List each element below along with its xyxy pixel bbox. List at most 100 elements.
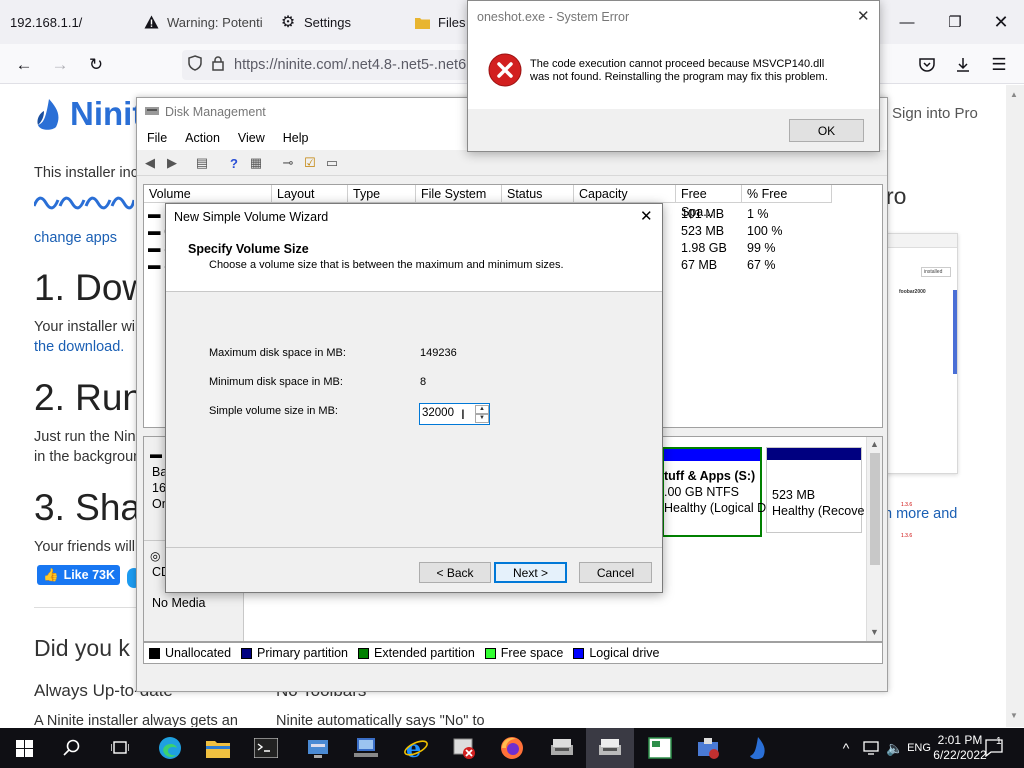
new-volume-wizard: New Simple Volume Wizard ✕ Specify Volum… — [165, 203, 663, 593]
next-button[interactable]: Next > — [494, 562, 567, 583]
minimize-icon[interactable]: — — [884, 8, 930, 36]
partition-name: tuff & Apps (S:) — [664, 469, 756, 483]
disk-icon: ▬ — [148, 224, 161, 238]
col-type[interactable]: Type — [348, 185, 416, 203]
forward-arrow-icon[interactable]: → — [47, 52, 73, 78]
ninite-taskbar-icon[interactable] — [734, 728, 782, 768]
legend-swatch — [358, 647, 370, 659]
volume-size-label: Simple volume size in MB: — [209, 405, 338, 417]
close-icon[interactable]: ✕ — [978, 8, 1024, 36]
settings-pane-icon[interactable]: ▭ — [323, 154, 341, 172]
col-file-system[interactable]: File System — [416, 185, 502, 203]
volume-icon[interactable]: 🔈 — [884, 728, 906, 768]
download-link[interactable]: the download. — [34, 339, 124, 355]
console-tree-icon[interactable]: ▤ — [193, 154, 211, 172]
menu-icon[interactable]: ☰ — [986, 52, 1012, 78]
volume-size-stepper[interactable]: 32000 I ▲ ▼ — [419, 403, 490, 425]
menu-view[interactable]: View — [238, 131, 265, 145]
network-icon[interactable] — [860, 728, 882, 768]
connect-icon[interactable]: ⊸ — [279, 154, 297, 172]
ok-button[interactable]: OK — [789, 119, 864, 142]
col-status[interactable]: Status — [502, 185, 574, 203]
cancel-button[interactable]: Cancel — [579, 562, 652, 583]
dm-title: Disk Management — [165, 105, 266, 119]
error-message: was not found. Reinstalling the program … — [530, 71, 828, 83]
menu-file[interactable]: File — [147, 131, 167, 145]
clock[interactable]: 2:01 PM 6/22/2022 — [932, 728, 988, 768]
partition-stuff-apps[interactable]: tuff & Apps (S:) .00 GB NTFS Healthy (Lo… — [662, 447, 766, 537]
close-icon[interactable]: ✕ — [640, 207, 653, 225]
thumbs-up-icon: 👍 — [43, 567, 59, 582]
disk-management-taskbar-icon[interactable] — [586, 728, 634, 768]
menu-action[interactable]: Action — [185, 131, 220, 145]
edge-browser-icon[interactable] — [146, 728, 194, 768]
checklist-icon[interactable]: ☑ — [301, 154, 319, 172]
properties-icon[interactable]: ▦ — [247, 154, 265, 172]
url-bar[interactable]: https://ninite.com/.net4.8-.net5-.net6 — [182, 50, 472, 80]
folder-icon — [414, 14, 430, 30]
app-error-icon[interactable] — [440, 728, 488, 768]
windows-start-icon[interactable] — [0, 728, 48, 768]
task-view-icon[interactable] — [96, 728, 144, 768]
pocket-icon[interactable] — [914, 52, 940, 78]
disk-icon: ▬ — [148, 258, 161, 272]
disk-utility-icon[interactable] — [538, 728, 586, 768]
step1-text: Your installer wil — [34, 319, 139, 335]
maximize-icon[interactable]: ❐ — [932, 8, 978, 36]
close-icon[interactable]: ✕ — [857, 7, 870, 25]
lower-scrollbar[interactable]: ▲ ▼ — [866, 437, 882, 641]
free-space-cell: 101 MB — [681, 207, 725, 221]
action-center-icon[interactable] — [982, 728, 1006, 768]
volume-size-input[interactable]: 32000 — [422, 407, 454, 419]
tray-chevron-icon[interactable]: ^ — [836, 728, 856, 768]
tab-warning[interactable]: Warning: Potenti — [134, 6, 262, 38]
help-icon[interactable]: ? — [225, 154, 243, 172]
firefox-icon[interactable] — [488, 728, 536, 768]
forward-arrow-icon[interactable]: ▶ — [163, 154, 181, 172]
error-body: The code execution cannot proceed becaus… — [468, 33, 879, 109]
dm-toolbar: ◀ ▶ ▤ ? ▦ ⊸ ☑ ▭ — [137, 150, 887, 176]
system-error-dialog: oneshot.exe - System Error ✕ The code ex… — [467, 0, 880, 152]
back-arrow-icon[interactable]: ← — [11, 52, 37, 78]
col-layout[interactable]: Layout — [272, 185, 348, 203]
file-explorer-icon[interactable] — [194, 728, 242, 768]
wizard-window-icon[interactable] — [636, 728, 684, 768]
internet-explorer-icon[interactable]: e — [392, 728, 440, 768]
language-icon[interactable]: ENG — [907, 728, 931, 768]
menu-help[interactable]: Help — [283, 131, 309, 145]
clock-time: 2:01 PM — [937, 733, 983, 747]
screenshot-version: 1.3.6 — [901, 502, 913, 508]
col-volume[interactable]: Volume — [144, 185, 272, 203]
reload-icon[interactable]: ↻ — [83, 52, 109, 78]
col-percent-free[interactable]: % Free — [742, 185, 832, 203]
facebook-like-button[interactable]: 👍 Like 73K — [37, 565, 120, 585]
download-icon[interactable] — [950, 52, 976, 78]
volume-row[interactable]: ▬ — [148, 207, 161, 221]
divider — [166, 547, 662, 548]
network-pc-icon[interactable] — [342, 728, 390, 768]
col-capacity[interactable]: Capacity — [574, 185, 676, 203]
partition-recovery[interactable]: 523 MB Healthy (Recove — [766, 447, 864, 533]
cmd-icon[interactable] — [242, 728, 290, 768]
sign-in-link[interactable]: Sign into Pro — [892, 105, 978, 122]
search-icon[interactable] — [48, 728, 96, 768]
back-arrow-icon[interactable]: ◀ — [141, 154, 159, 172]
lock-icon — [212, 55, 224, 75]
disk-icon: ▬ — [148, 241, 161, 255]
back-button[interactable]: < Back — [419, 562, 491, 583]
page-scrollbar[interactable]: ▲ ▼ — [1006, 85, 1024, 727]
intro-text: This installer inc — [34, 165, 138, 181]
screenshot-column: foobar2000 — [899, 289, 926, 295]
change-apps-link[interactable]: change apps — [34, 230, 117, 246]
spin-up-icon[interactable]: ▲ — [475, 405, 489, 414]
tools-icon[interactable] — [684, 728, 732, 768]
tab-settings[interactable]: ⚙ Settings — [270, 6, 398, 38]
computer-management-icon[interactable] — [294, 728, 342, 768]
learn-more-link[interactable]: n more and — [884, 506, 957, 522]
disk-management-icon — [145, 105, 159, 120]
col-free-space[interactable]: Free Spa... — [676, 185, 742, 219]
tab-files[interactable]: Files — [404, 6, 468, 38]
spin-down-icon[interactable]: ▼ — [475, 414, 489, 423]
tab-router[interactable]: 192.168.1.1/ — [0, 6, 130, 38]
partition-status: Healthy (Logical D — [664, 501, 767, 515]
